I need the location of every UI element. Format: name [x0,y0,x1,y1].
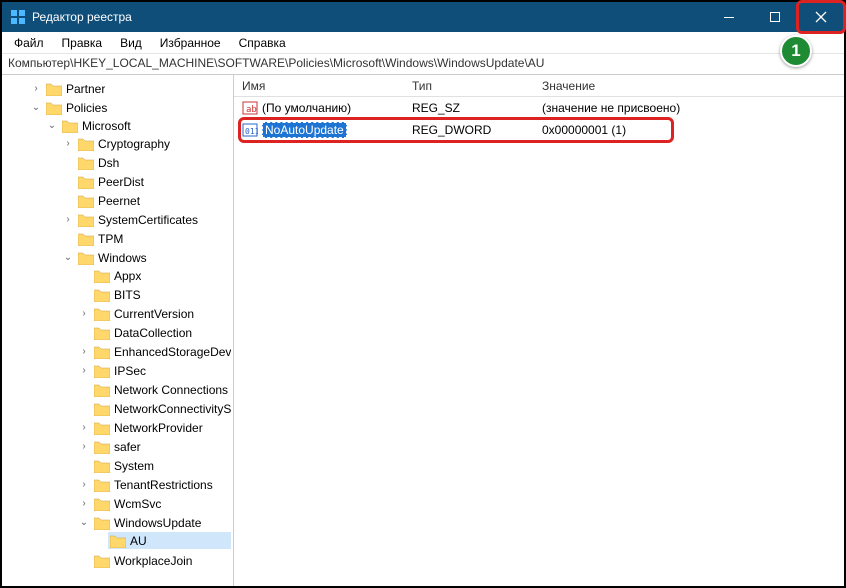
minimize-button[interactable] [706,2,752,32]
value-data: 0x00000001 (1) [542,123,836,137]
tree-item-system[interactable]: System [92,457,231,474]
values-panel: Имя Тип Значение ab (По умолчанию) REG_S… [234,75,844,586]
tree-item-peernet[interactable]: Peernet [76,192,231,209]
tree-item-au[interactable]: AU [108,532,231,549]
tree-item-appx[interactable]: Appx [92,267,231,284]
value-row-default[interactable]: ab (По умолчанию) REG_SZ (значение не пр… [234,97,844,119]
value-columns[interactable]: Имя Тип Значение [234,75,844,97]
tree-item-dsh[interactable]: Dsh [76,154,231,171]
titlebar: Редактор реестра [2,2,844,32]
tree-item-networkconn2[interactable]: NetworkConnectivityStatusIndicator [92,400,231,417]
svg-text:ab: ab [246,105,257,115]
tree-item-peerdist[interactable]: PeerDist [76,173,231,190]
address-bar[interactable]: Компьютер\HKEY_LOCAL_MACHINE\SOFTWARE\Po… [2,54,844,74]
tree-item-policies[interactable]: ⌄Policies [44,99,231,116]
tree-item-networkconn1[interactable]: Network Connections [92,381,231,398]
tree-item-ipsec[interactable]: ›IPSec [92,362,231,379]
tree-item-windowsupdate[interactable]: ⌄WindowsUpdate [92,514,231,531]
tree-item-cryptography[interactable]: ›Cryptography [76,135,231,152]
menu-favorites[interactable]: Избранное [152,34,229,52]
col-name[interactable]: Имя [242,79,412,93]
tree-item-tenantrestrict[interactable]: ›TenantRestrictions [92,476,231,493]
tree-item-partner[interactable]: ›Partner [44,80,231,97]
col-type[interactable]: Тип [412,79,542,93]
tree-item-bits[interactable]: BITS [92,286,231,303]
dword-value-icon: 011 [242,122,258,138]
menu-file[interactable]: Файл [6,34,52,52]
menu-edit[interactable]: Правка [54,34,111,52]
menu-help[interactable]: Справка [231,34,294,52]
svg-text:011: 011 [245,127,258,136]
tree-item-safer[interactable]: ›safer [92,438,231,455]
value-row-noautoupdate[interactable]: 011 NoAutoUpdate REG_DWORD 0x00000001 (1… [234,119,844,141]
value-data: (значение не присвоено) [542,101,836,115]
tree-item-wcmsvc[interactable]: ›WcmSvc [92,495,231,512]
tree-item-networkprov[interactable]: ›NetworkProvider [92,419,231,436]
tree-item-enhancedstorage[interactable]: ›EnhancedStorageDevices [92,343,231,360]
value-type: REG_DWORD [412,123,542,137]
close-button[interactable] [798,2,844,32]
tree-item-datacollection[interactable]: DataCollection [92,324,231,341]
menu-view[interactable]: Вид [112,34,150,52]
tree-item-microsoft[interactable]: ⌄Microsoft [60,117,231,134]
value-name: NoAutoUpdate [262,122,347,138]
maximize-button[interactable] [752,2,798,32]
tree-item-currentversion[interactable]: ›CurrentVersion [92,305,231,322]
tree-item-systemcertificates[interactable]: ›SystemCertificates [76,211,231,228]
window-title: Редактор реестра [32,10,132,24]
tree-item-windows[interactable]: ⌄Windows [76,249,231,266]
menubar: Файл Правка Вид Избранное Справка [2,32,844,54]
registry-tree[interactable]: ›Partner ⌄Policies ⌄Microsoft ›Cryptogra… [2,75,234,586]
col-data[interactable]: Значение [542,79,836,93]
value-name: (По умолчанию) [262,101,351,115]
regedit-icon [10,9,26,25]
string-value-icon: ab [242,100,258,116]
tree-item-tpm[interactable]: TPM [76,230,231,247]
step-badge: 1 [780,35,812,67]
tree-item-workplacejoin[interactable]: WorkplaceJoin [92,552,231,569]
value-type: REG_SZ [412,101,542,115]
